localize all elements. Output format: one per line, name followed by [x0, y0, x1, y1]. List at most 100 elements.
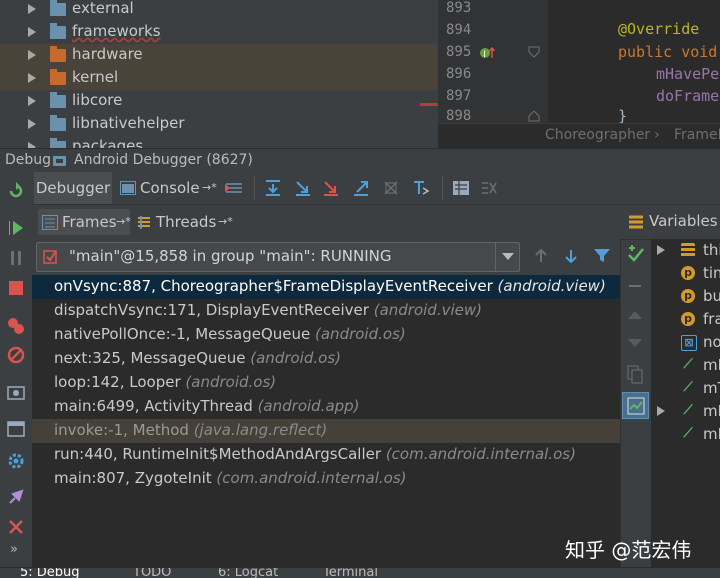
- tree-item-kernel[interactable]: kernel: [0, 67, 438, 90]
- breadcrumb-item[interactable]: FrameD: [674, 127, 720, 143]
- stop-icon[interactable]: [7, 279, 25, 297]
- dropdown-button[interactable]: [495, 243, 520, 271]
- variable-row[interactable]: ⟋ mH: [651, 400, 720, 423]
- move-up-icon[interactable]: [628, 309, 642, 319]
- next-frame-arrow-icon[interactable]: [564, 249, 578, 263]
- stack-frame-row[interactable]: dispatchVsync:171, DisplayEventReceiver …: [32, 299, 620, 323]
- stack-frame-label: dispatchVsync:171, DisplayEventReceiver …: [54, 301, 482, 319]
- stack-frame-row[interactable]: invoke:-1, Method (java.lang.reflect): [32, 419, 620, 443]
- stack-frame-row[interactable]: main:807, ZygoteInit (com.android.intern…: [32, 467, 620, 491]
- evaluate-expression-icon[interactable]: [452, 179, 470, 197]
- move-down-icon[interactable]: [628, 339, 642, 349]
- resume-icon[interactable]: [7, 219, 25, 237]
- override-marker-icon[interactable]: I: [480, 46, 496, 60]
- step-into-icon[interactable]: [294, 179, 312, 197]
- variable-row[interactable]: ⊠ nov: [651, 331, 720, 354]
- force-step-into-icon[interactable]: [322, 179, 340, 197]
- line-number: 893: [446, 0, 472, 16]
- expand-arrow-icon[interactable]: [28, 96, 36, 106]
- variable-row[interactable]: ⟋ mT: [651, 377, 720, 400]
- tree-item-external[interactable]: external: [0, 0, 438, 21]
- expand-arrow-icon[interactable]: [657, 406, 665, 416]
- run-to-cursor-icon[interactable]: [412, 179, 430, 197]
- frame-method: onVsync:887, Choreographer$FrameDisplayE…: [54, 277, 493, 295]
- tab-debugger[interactable]: Debugger: [34, 172, 112, 204]
- tree-item-libcore[interactable]: libcore: [0, 90, 438, 113]
- show-execution-point-icon[interactable]: [224, 180, 244, 196]
- stack-frame-row[interactable]: onVsync:887, Choreographer$FrameDisplayE…: [32, 275, 620, 299]
- trace-current-stream-icon[interactable]: [480, 179, 498, 197]
- step-over-icon[interactable]: [264, 179, 282, 197]
- stack-frame-row[interactable]: loop:142, Looper (android.os): [32, 371, 620, 395]
- fold-marker-icon[interactable]: [528, 110, 540, 122]
- tree-item-libnativehelper[interactable]: libnativehelper: [0, 113, 438, 136]
- bottom-tab-logcat[interactable]: 6: Logcat: [218, 568, 278, 578]
- tree-item-packages[interactable]: packages: [0, 136, 438, 148]
- restore-layout-icon[interactable]: [7, 420, 25, 438]
- remove-watch-icon[interactable]: [629, 285, 641, 287]
- expand-arrow-icon[interactable]: [28, 50, 36, 60]
- copy-icon[interactable]: [627, 365, 643, 385]
- variables-title: Variables: [649, 212, 718, 230]
- field-icon: ⟋: [683, 380, 693, 395]
- error-marker: [420, 103, 438, 106]
- thread-select[interactable]: "main"@15,858 in group "main": RUNNING: [36, 242, 520, 272]
- mute-breakpoints-icon[interactable]: [7, 346, 25, 364]
- step-out-icon[interactable]: [352, 179, 370, 197]
- bottom-tab-debug[interactable]: 5: Debug: [20, 568, 80, 578]
- tab-frames[interactable]: Frames →*: [38, 209, 131, 235]
- frames-icon: [42, 215, 58, 230]
- tree-item-label: external: [72, 0, 134, 17]
- tree-item-frameworks[interactable]: frameworks: [0, 21, 438, 44]
- tree-item-label: packages: [72, 137, 144, 148]
- folder-icon: [50, 46, 66, 62]
- variable-row[interactable]: ⟋ mH: [651, 354, 720, 377]
- expand-arrow-icon[interactable]: [28, 119, 36, 129]
- variable-name: thi: [703, 241, 720, 259]
- previous-frame-arrow-icon[interactable]: [534, 249, 548, 263]
- bottom-tab-terminal[interactable]: Terminal: [323, 568, 378, 578]
- variable-row[interactable]: p fra: [651, 308, 720, 331]
- expand-arrow-icon[interactable]: [657, 245, 665, 255]
- bottom-tool-tabs: 5: Debug TODO 6: Logcat Terminal: [0, 567, 720, 578]
- stack-frame-row[interactable]: nativePollOnce:-1, MessageQueue (android…: [32, 323, 620, 347]
- tab-console[interactable]: Console →*: [118, 172, 228, 204]
- drop-frame-icon[interactable]: [382, 179, 400, 197]
- frames-threads-tabs: Frames →* Threads →*: [32, 205, 620, 240]
- rerun-icon[interactable]: [7, 182, 25, 200]
- breadcrumb-item[interactable]: Choreographer: [545, 127, 650, 143]
- tab-label: Frames: [62, 213, 117, 231]
- stack-frame-row[interactable]: next:325, MessageQueue (android.os): [32, 347, 620, 371]
- stack-frame-row[interactable]: run:440, RuntimeInit$MethodAndArgsCaller…: [32, 443, 620, 467]
- stack-frame-label: main:807, ZygoteInit (com.android.intern…: [54, 469, 407, 487]
- tree-item-hardware[interactable]: hardware: [0, 44, 438, 67]
- variable-row[interactable]: ⟋ mF: [651, 423, 720, 446]
- variable-row[interactable]: ptim: [651, 262, 720, 285]
- variable-name: nov: [703, 333, 720, 351]
- fold-marker-icon[interactable]: [528, 46, 540, 58]
- pause-icon[interactable]: [7, 249, 25, 267]
- filter-icon[interactable]: [594, 249, 610, 263]
- more-chevron-icon[interactable]: »: [10, 542, 18, 557]
- settings-gear-icon[interactable]: [7, 452, 25, 470]
- show-watches-toggle[interactable]: [622, 392, 649, 419]
- frame-package: (android.view): [497, 277, 606, 295]
- thread-selector-row: "main"@15,858 in group "main": RUNNING: [32, 239, 620, 275]
- tab-label: Threads: [156, 213, 217, 231]
- tab-threads[interactable]: Threads →*: [134, 209, 234, 235]
- view-breakpoints-icon[interactable]: [7, 317, 25, 335]
- expand-arrow-icon[interactable]: [28, 73, 36, 83]
- frame-package: (android.app): [257, 397, 360, 415]
- new-watch-icon[interactable]: [626, 245, 646, 265]
- expand-arrow-icon[interactable]: [28, 4, 36, 14]
- variable-row[interactable]: pbui: [651, 285, 720, 308]
- pin-tab-icon[interactable]: [7, 488, 25, 506]
- code-editor[interactable]: 893 894 895 896 897 898 I @Override publ…: [438, 0, 720, 148]
- close-icon[interactable]: [7, 518, 25, 536]
- expand-arrow-icon[interactable]: [28, 27, 36, 37]
- stack-frame-row[interactable]: main:6499, ActivityThread (android.app): [32, 395, 620, 419]
- tree-item-label: kernel: [72, 68, 119, 86]
- get-thread-dump-icon[interactable]: [7, 384, 25, 402]
- bottom-tab-todo[interactable]: TODO: [133, 568, 171, 578]
- variable-row[interactable]: thi: [651, 239, 720, 262]
